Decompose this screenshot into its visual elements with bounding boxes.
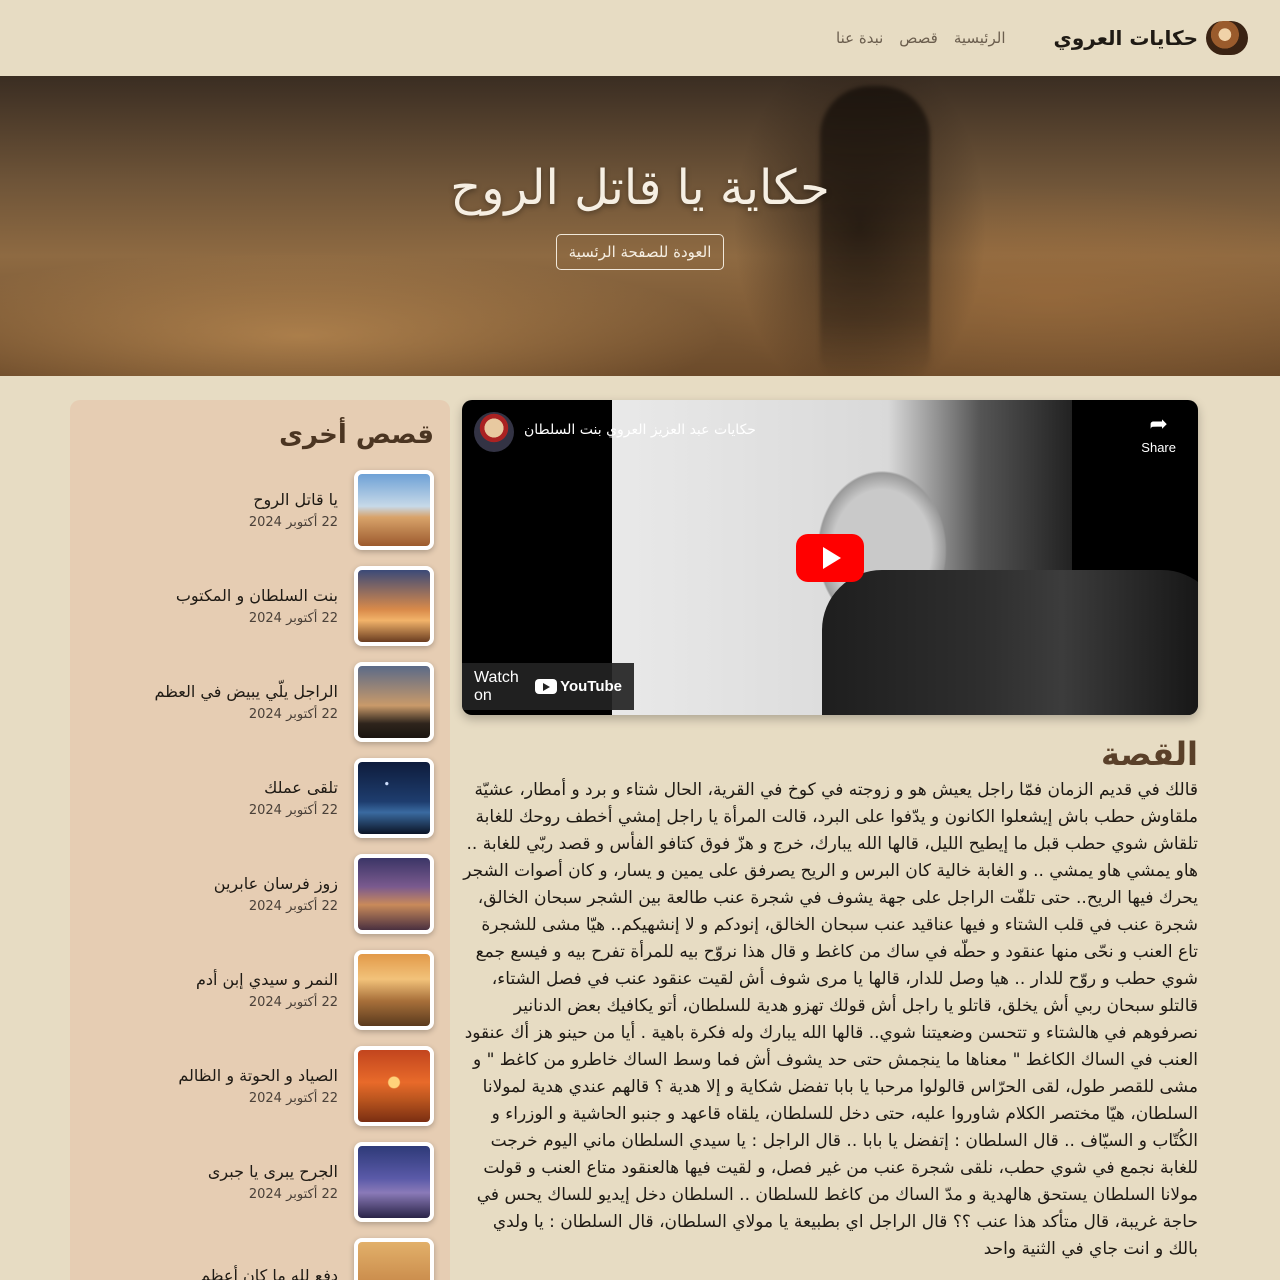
- content-area: حكايات عبد العزيز العروي بنت السلطان ➦ S…: [0, 376, 1280, 1280]
- story-thumbnail: [354, 1046, 434, 1126]
- story-text: قالك في قديم الزمان فمّا راجل يعيش هو و …: [463, 780, 1198, 1259]
- story-item-text: زوز فرسان عابرين 22 أكتوبر 2024: [214, 874, 338, 914]
- story-item-date: 22 أكتوبر 2024: [248, 611, 338, 626]
- sidebar-story-item[interactable]: النمر و سيدي إبن أدم 22 أكتوبر 2024: [86, 950, 434, 1030]
- story-item-text: يا قاتل الروح 22 أكتوبر 2024: [249, 490, 338, 530]
- watch-on-youtube-button[interactable]: Watch on YouTube: [462, 663, 634, 710]
- story-item-date: 22 أكتوبر 2024: [248, 707, 338, 722]
- video-title[interactable]: حكايات عبد العزيز العروي بنت السلطان: [524, 422, 756, 438]
- sidebar-story-item[interactable]: الصياد و الحوتة و الظالم 22 أكتوبر 2024: [86, 1046, 434, 1126]
- brand[interactable]: حكايات العروي: [1053, 21, 1248, 55]
- nav-link-home[interactable]: الرئيسية: [954, 29, 1006, 47]
- other-stories-sidebar: قصص أخرى يا قاتل الروح 22 أكتوبر 2024 بن…: [70, 400, 450, 1280]
- video-thumbnail-figure: [822, 570, 1198, 715]
- story-item-date: 22 أكتوبر 2024: [248, 803, 338, 818]
- nav-links: الرئيسية قصص نبدة عنا: [836, 29, 1005, 47]
- sidebar-story-item[interactable]: يا قاتل الروح 22 أكتوبر 2024: [86, 470, 434, 550]
- share-button[interactable]: ➦ Share: [1141, 412, 1176, 456]
- story-item-date: 22 أكتوبر 2024: [248, 1091, 338, 1106]
- brand-logo-icon: [1206, 21, 1248, 55]
- story-item-title: زوز فرسان عابرين: [213, 874, 338, 893]
- sidebar-story-item[interactable]: تلقى عملك 22 أكتوبر 2024: [86, 758, 434, 838]
- story-thumbnail: [354, 950, 434, 1030]
- story-item-text: الراجل يلّي يبيض في العظم 22 أكتوبر 2024: [154, 682, 338, 722]
- story-item-text: بنت السلطان و المكتوب 22 أكتوبر 2024: [176, 586, 338, 626]
- story-item-title: الصياد و الحوتة و الظالم: [178, 1066, 338, 1085]
- back-home-button[interactable]: العودة للصفحة الرئسية: [555, 234, 725, 270]
- sidebar-story-item[interactable]: الجرح يبرى يا جبرى 22 أكتوبر 2024: [86, 1142, 434, 1222]
- nav-link-about[interactable]: نبدة عنا: [836, 29, 883, 47]
- youtube-logo: YouTube: [535, 678, 622, 695]
- story-item-text: تلقى عملك 22 أكتوبر 2024: [249, 778, 338, 818]
- story-thumbnail: [354, 566, 434, 646]
- share-icon: ➦: [1149, 412, 1168, 437]
- youtube-video-embed[interactable]: حكايات عبد العزيز العروي بنت السلطان ➦ S…: [462, 400, 1198, 715]
- watch-on-label: Watch on: [474, 668, 519, 704]
- story-item-date: 22 أكتوبر 2024: [248, 515, 338, 530]
- navbar: حكايات العروي الرئيسية قصص نبدة عنا: [0, 0, 1280, 76]
- play-button[interactable]: [796, 534, 864, 582]
- story-item-title: تلقى عملك: [264, 778, 338, 797]
- story-item-text: الجرح يبرى يا جبرى 22 أكتوبر 2024: [208, 1162, 338, 1202]
- story-item-title: دفع لله ما كان أعظم: [200, 1265, 338, 1280]
- brand-name: حكايات العروي: [1053, 26, 1199, 50]
- hero-banner: حكاية يا قاتل الروح العودة للصفحة الرئسي…: [0, 76, 1280, 376]
- story-thumbnail: [354, 854, 434, 934]
- story-heading: القصة: [1101, 735, 1198, 773]
- channel-avatar[interactable]: [474, 412, 514, 452]
- story-item-title: الجرح يبرى يا جبرى: [207, 1162, 338, 1181]
- story-item-text: دفع لله ما كان أعظم: [200, 1266, 338, 1280]
- hero-title: حكاية يا قاتل الروح: [450, 160, 830, 216]
- story-item-title: يا قاتل الروح: [253, 490, 338, 509]
- sidebar-story-item[interactable]: الراجل يلّي يبيض في العظم 22 أكتوبر 2024: [86, 662, 434, 742]
- sidebar-story-item[interactable]: بنت السلطان و المكتوب 22 أكتوبر 2024: [86, 566, 434, 646]
- story-item-date: 22 أكتوبر 2024: [248, 1187, 338, 1202]
- story-item-text: الصياد و الحوتة و الظالم 22 أكتوبر 2024: [178, 1066, 338, 1106]
- youtube-wordmark: YouTube: [560, 678, 622, 695]
- hero-background-figure: [820, 86, 930, 376]
- nav-link-stories[interactable]: قصص: [899, 29, 938, 47]
- story-item-date: 22 أكتوبر 2024: [248, 899, 338, 914]
- sidebar-story-item[interactable]: دفع لله ما كان أعظم: [86, 1238, 434, 1280]
- story-thumbnail: [354, 470, 434, 550]
- share-label: Share: [1141, 440, 1176, 455]
- story-thumbnail: [354, 1238, 434, 1280]
- story-item-date: 22 أكتوبر 2024: [248, 995, 338, 1010]
- youtube-play-icon: [535, 679, 558, 694]
- story-item-title: بنت السلطان و المكتوب: [175, 586, 338, 605]
- story-thumbnail: [354, 662, 434, 742]
- story-item-title: الراجل يلّي يبيض في العظم: [154, 682, 338, 701]
- story-thumbnail: [354, 758, 434, 838]
- sidebar-heading: قصص أخرى: [279, 420, 434, 450]
- story-thumbnail: [354, 1142, 434, 1222]
- story-column: حكايات عبد العزيز العروي بنت السلطان ➦ S…: [462, 400, 1198, 1263]
- sidebar-story-item[interactable]: زوز فرسان عابرين 22 أكتوبر 2024: [86, 854, 434, 934]
- story-item-text: النمر و سيدي إبن أدم 22 أكتوبر 2024: [196, 970, 338, 1010]
- story-item-title: النمر و سيدي إبن أدم: [195, 970, 338, 989]
- play-icon: [823, 547, 841, 569]
